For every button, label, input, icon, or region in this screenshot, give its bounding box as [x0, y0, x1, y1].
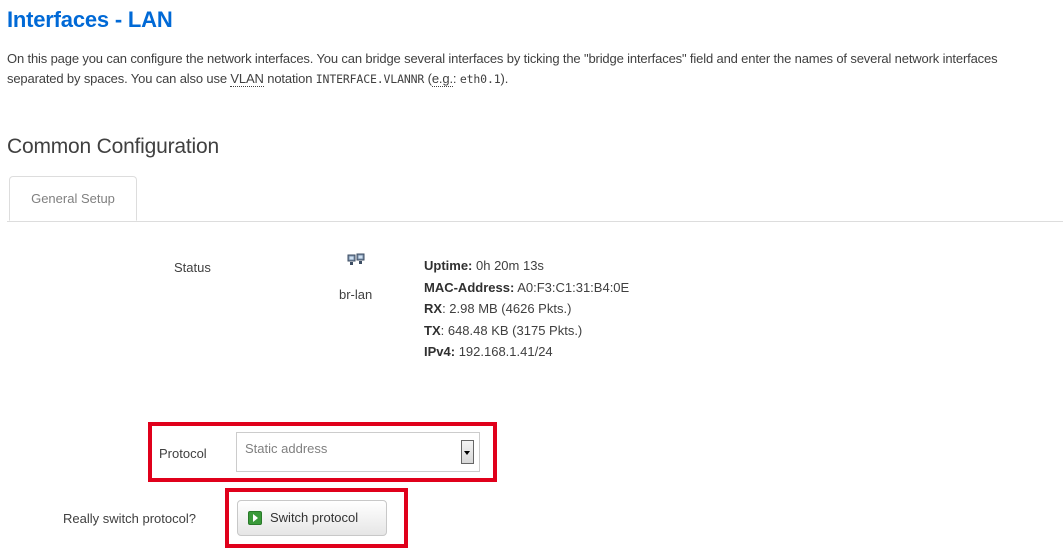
- chevron-down-icon[interactable]: [461, 440, 474, 464]
- protocol-select[interactable]: Static address: [236, 432, 480, 472]
- network-bridge-icon: [347, 253, 365, 265]
- uptime-label: Uptime:: [424, 258, 473, 273]
- status-label: Status: [174, 260, 211, 275]
- page: Interfaces - LAN On this page you can co…: [0, 0, 1063, 548]
- rx-value: : 2.98 MB (4626 Pkts.): [442, 301, 572, 316]
- interface-name: br-lan: [339, 287, 373, 302]
- tab-general-setup[interactable]: General Setup: [9, 176, 137, 221]
- protocol-label: Protocol: [159, 446, 207, 461]
- switch-protocol-button[interactable]: Switch protocol: [237, 500, 387, 536]
- status-info: Uptime: 0h 20m 13s MAC-Address: A0:F3:C1…: [424, 255, 629, 363]
- really-switch-label: Really switch protocol?: [63, 511, 196, 526]
- description-text: (: [424, 71, 432, 86]
- ipv4-row: IPv4: 192.168.1.41/24: [424, 341, 629, 363]
- ipv4-value: 192.168.1.41/24: [455, 344, 553, 359]
- page-description: On this page you can configure the netwo…: [7, 49, 1057, 89]
- description-text: :: [452, 71, 460, 86]
- description-text: ).: [500, 71, 509, 86]
- play-icon: [248, 511, 262, 525]
- mac-value: A0:F3:C1:31:B4:0E: [514, 279, 630, 295]
- eg-abbr: e.g.: [431, 71, 453, 87]
- tx-row: TX: 648.48 KB (3175 Pkts.): [424, 320, 629, 342]
- vlan-abbr: VLAN: [230, 71, 264, 87]
- uptime-row: Uptime: 0h 20m 13s: [424, 255, 629, 277]
- description-text: notation: [263, 71, 316, 86]
- mac-row: MAC-Address: A0:F3:C1:31:B4:0E: [424, 277, 629, 299]
- uptime-value: 0h 20m 13s: [472, 258, 544, 273]
- interface-notation: INTERFACE.VLANNR: [315, 72, 425, 86]
- rx-row: RX: 2.98 MB (4626 Pkts.): [424, 298, 629, 320]
- section-title: Common Configuration: [7, 135, 219, 158]
- example-interface: eth0.1: [459, 72, 501, 86]
- page-title: Interfaces - LAN: [7, 7, 173, 32]
- tx-value: : 648.48 KB (3175 Pkts.): [440, 322, 583, 338]
- ipv4-label: IPv4:: [424, 344, 456, 359]
- tx-label: TX: [424, 322, 441, 338]
- mac-label: MAC-Address:: [424, 279, 515, 295]
- rx-label: RX: [424, 301, 443, 316]
- tab-bar: General Setup: [7, 176, 1063, 222]
- protocol-selected-value: Static address: [245, 441, 328, 456]
- switch-protocol-button-label: Switch protocol: [270, 510, 359, 525]
